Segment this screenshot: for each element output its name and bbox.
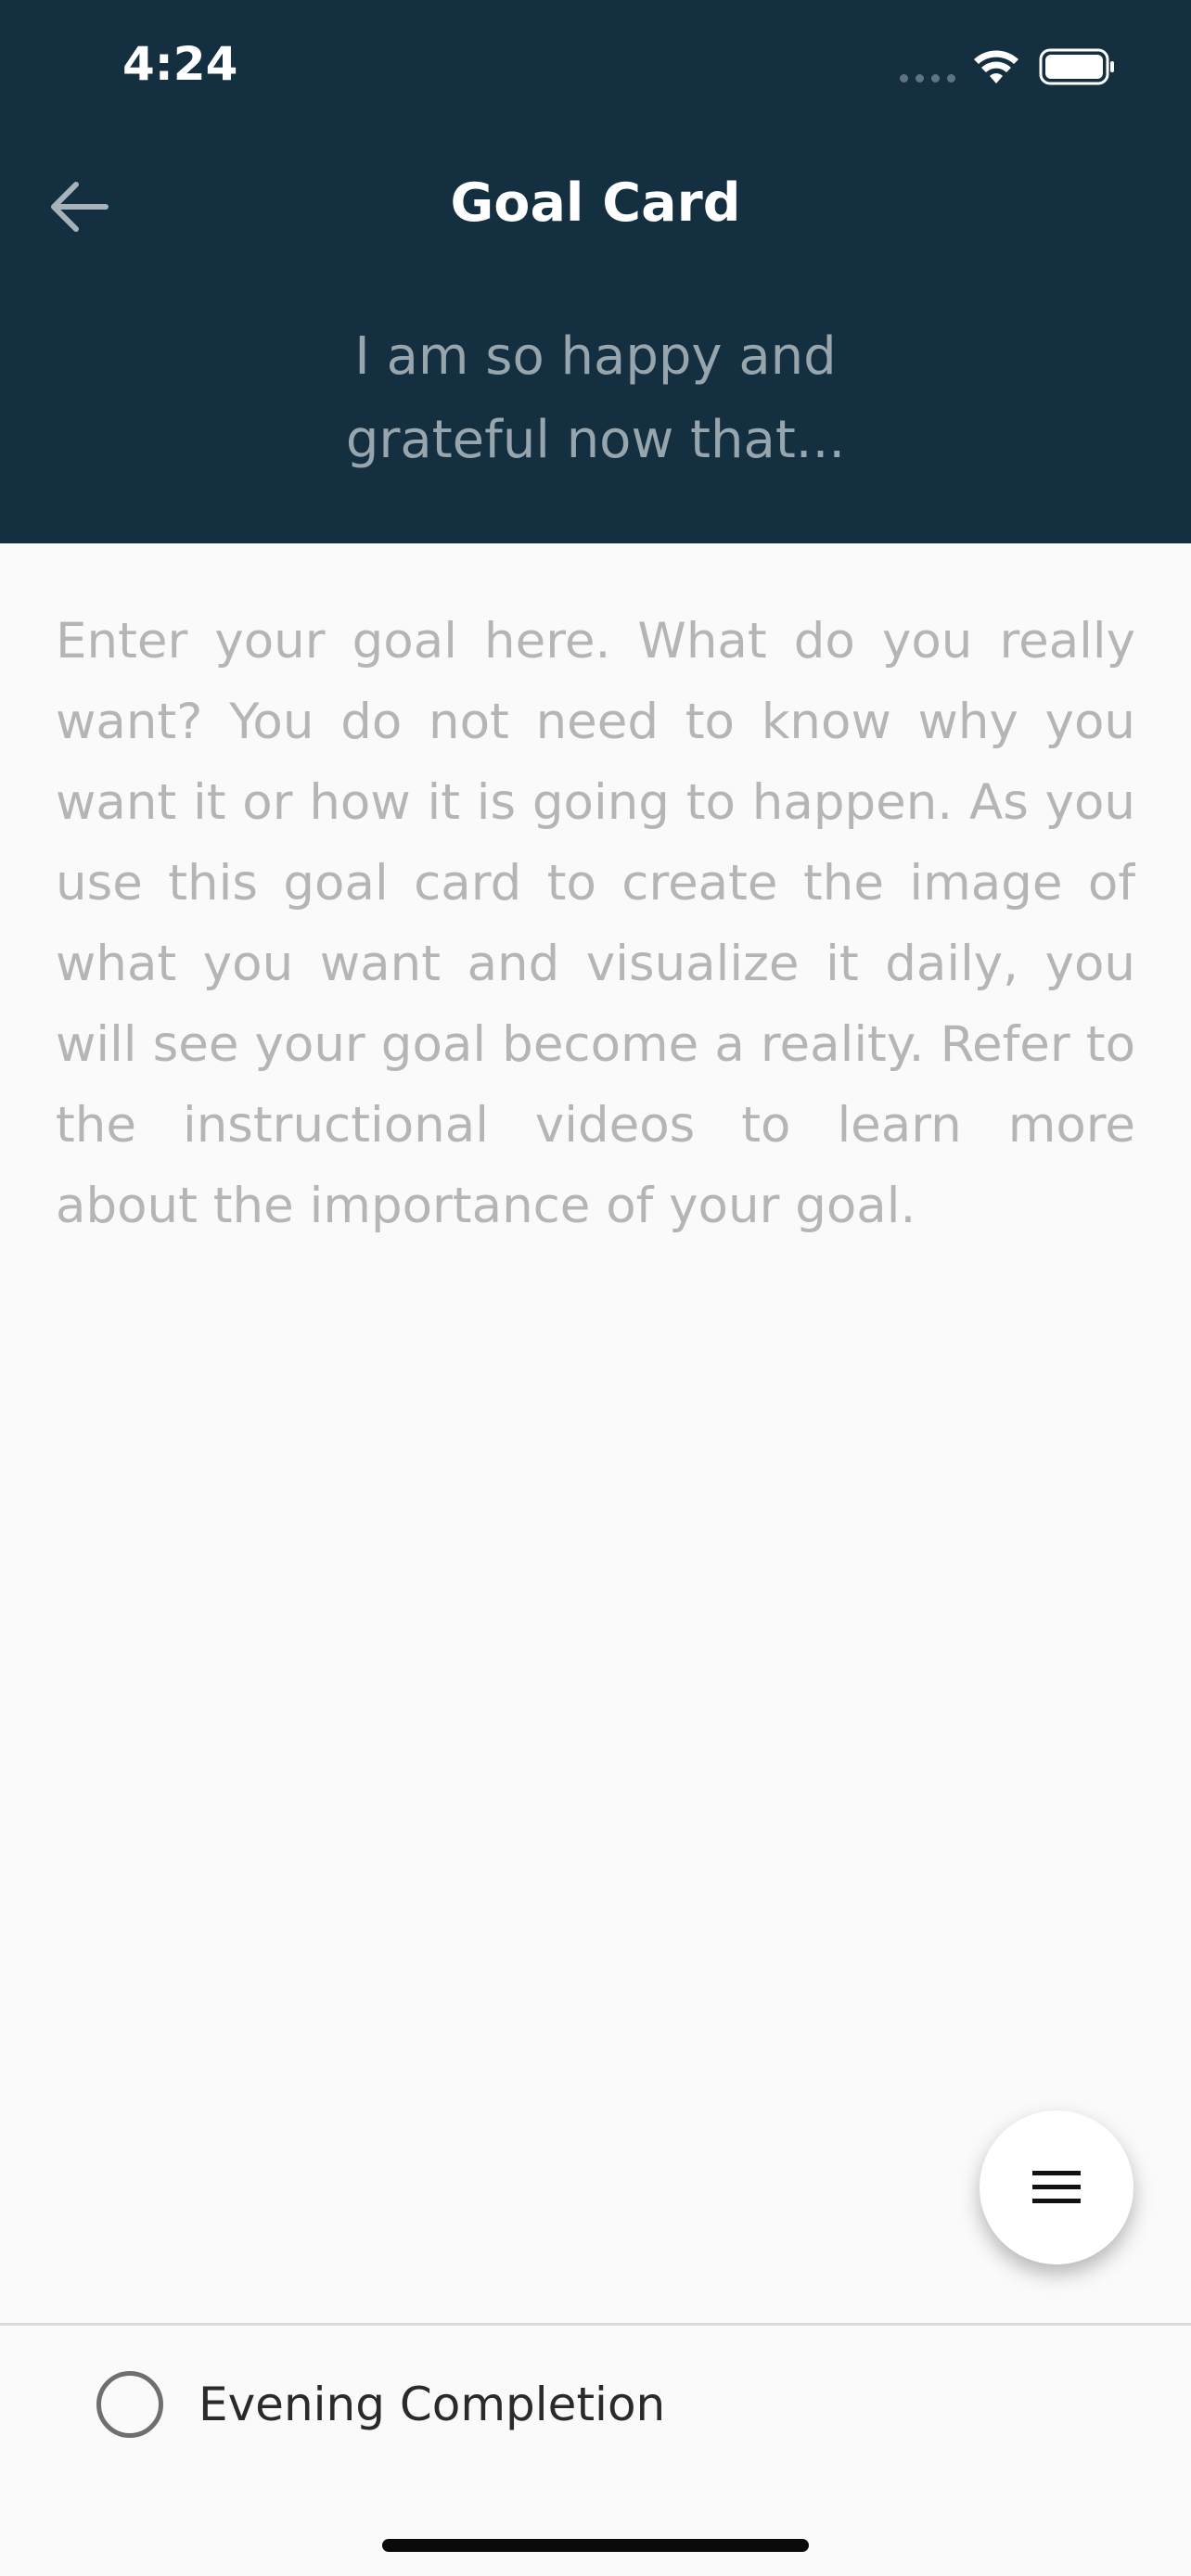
status-time: 4:24 xyxy=(122,37,238,91)
wifi-icon xyxy=(974,50,1018,83)
goal-card-screen: 4:24 Goal Card I am so happy and gratefu… xyxy=(0,0,1191,2576)
page-title: Goal Card xyxy=(450,172,741,234)
signal-dots-icon xyxy=(900,74,955,83)
evening-completion-radio[interactable] xyxy=(96,2371,163,2438)
header: 4:24 Goal Card I am so happy and gratefu… xyxy=(0,0,1191,543)
home-indicator[interactable] xyxy=(382,2539,809,2552)
hamburger-menu-icon xyxy=(1032,2171,1081,2203)
evening-completion-row[interactable]: Evening Completion xyxy=(96,2370,665,2439)
goal-text-input[interactable] xyxy=(56,601,1135,1992)
evening-completion-label: Evening Completion xyxy=(198,2378,666,2431)
affirmation-prompt: I am so happy and grateful now that... xyxy=(345,326,846,470)
footer-divider xyxy=(0,2323,1191,2326)
battery-icon xyxy=(1039,48,1114,85)
menu-fab-button[interactable] xyxy=(980,2111,1133,2264)
